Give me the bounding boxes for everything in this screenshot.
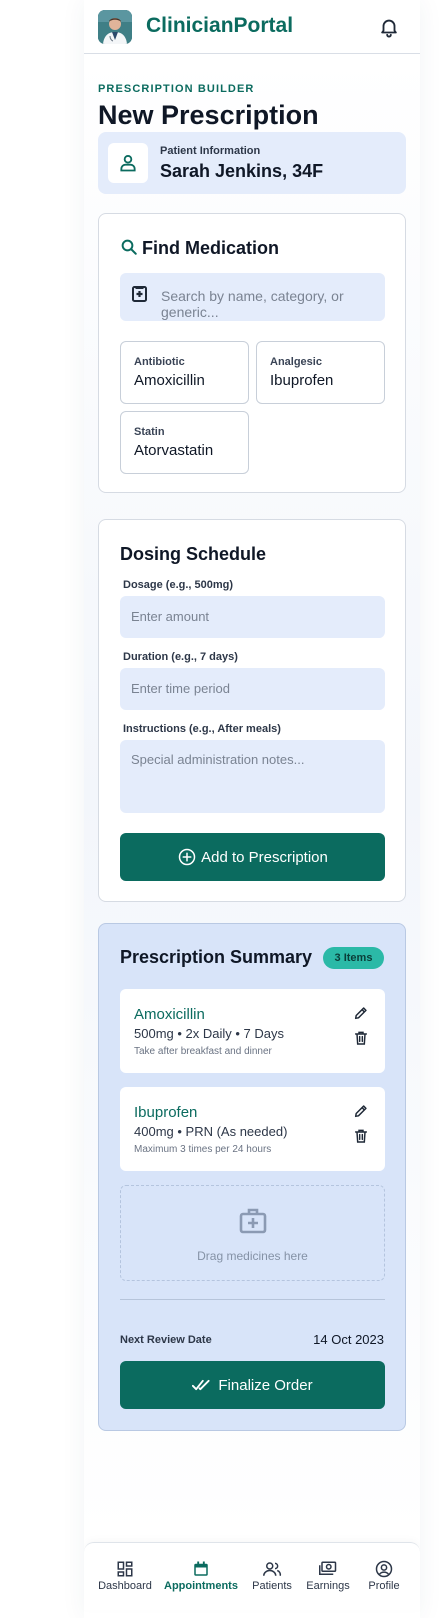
bell-icon[interactable] bbox=[378, 16, 400, 38]
cash-icon bbox=[319, 1561, 337, 1575]
nav-patients[interactable]: Patients bbox=[246, 1543, 298, 1611]
patient-info-card: Patient Information Sarah Jenkins, 34F bbox=[98, 132, 406, 194]
nav-profile[interactable]: Profile bbox=[356, 1543, 412, 1611]
patients-icon bbox=[263, 1562, 282, 1576]
bottom-navigation: Dashboard Appointments Patients Earnings bbox=[84, 1542, 420, 1610]
prescription-item-name: Ibuprofen bbox=[134, 1104, 198, 1121]
doctor-avatar[interactable] bbox=[98, 10, 132, 44]
add-to-prescription-label: Add to Prescription bbox=[201, 849, 328, 866]
summary-divider bbox=[120, 1299, 385, 1300]
dosing-schedule-card: Dosing Schedule Dosage (e.g., 500mg) Ent… bbox=[98, 519, 406, 902]
dosage-placeholder: Enter amount bbox=[131, 609, 210, 624]
patient-name: Sarah Jenkins, 34F bbox=[160, 161, 324, 181]
section-eyebrow: PRESCRIPTION BUILDER bbox=[98, 83, 255, 95]
duration-placeholder: Enter time period bbox=[131, 681, 230, 696]
nav-label: Patients bbox=[252, 1580, 292, 1592]
nav-dashboard[interactable]: Dashboard bbox=[94, 1543, 156, 1611]
add-to-prescription-button[interactable]: Add to Prescription bbox=[120, 833, 385, 881]
prescription-item-dose: 500mg • 2x Daily • 7 Days bbox=[134, 1026, 284, 1041]
find-medication-card: Find Medication Search by name, category… bbox=[98, 213, 406, 493]
medicine-dropzone[interactable]: Drag medicines here bbox=[120, 1185, 385, 1281]
edit-icon[interactable] bbox=[353, 1005, 369, 1021]
next-review-label: Next Review Date bbox=[120, 1334, 212, 1346]
prescription-item-note: Maximum 3 times per 24 hours bbox=[134, 1144, 272, 1155]
top-app-bar: ClinicianPortal bbox=[84, 0, 420, 54]
app-shell: ClinicianPortal PRESCRIPTION BUILDER New… bbox=[84, 0, 420, 1618]
dropzone-label: Drag medicines here bbox=[197, 1249, 308, 1263]
dashboard-icon bbox=[117, 1561, 133, 1577]
chip-category: Analgesic bbox=[270, 356, 322, 368]
next-review-date[interactable]: 14 Oct 2023 bbox=[313, 1332, 384, 1347]
nav-appointments[interactable]: Appointments bbox=[162, 1543, 240, 1611]
finalize-order-label: Finalize Order bbox=[218, 1377, 313, 1394]
nav-label: Profile bbox=[368, 1580, 400, 1592]
page-title: New Prescription bbox=[98, 100, 319, 130]
nav-earnings[interactable]: Earnings bbox=[302, 1543, 354, 1611]
instructions-label: Instructions (e.g., After meals) bbox=[123, 723, 281, 735]
chip-name: Amoxicillin bbox=[134, 372, 205, 389]
prescription-summary-title: Prescription Summary bbox=[120, 947, 313, 967]
calendar-icon bbox=[194, 1561, 208, 1576]
edit-icon[interactable] bbox=[353, 1103, 369, 1119]
prescription-item-dose: 400mg • PRN (As needed) bbox=[134, 1124, 288, 1139]
medication-chip-ibuprofen[interactable]: Analgesic Ibuprofen bbox=[256, 341, 385, 404]
trash-icon[interactable] bbox=[353, 1128, 369, 1144]
nav-label: Earnings bbox=[306, 1580, 350, 1592]
chip-name: Ibuprofen bbox=[270, 372, 334, 389]
instructions-placeholder: Special administration notes... bbox=[131, 752, 305, 767]
trash-icon[interactable] bbox=[353, 1030, 369, 1046]
dosing-schedule-title: Dosing Schedule bbox=[120, 544, 267, 564]
duration-label: Duration (e.g., 7 days) bbox=[123, 651, 238, 663]
medication-search-input[interactable]: Search by name, category, or generic... bbox=[120, 273, 385, 321]
chip-name: Atorvastatin bbox=[134, 442, 214, 459]
duration-input[interactable]: Enter time period bbox=[120, 668, 385, 710]
brand-title: ClinicianPortal bbox=[146, 14, 294, 37]
chip-category: Antibiotic bbox=[134, 356, 185, 368]
prescription-item-name: Amoxicillin bbox=[134, 1006, 205, 1023]
chip-category: Statin bbox=[134, 426, 165, 438]
prescription-item: Ibuprofen 400mg • PRN (As needed) Maximu… bbox=[120, 1087, 385, 1171]
medical-kit-icon bbox=[239, 1208, 267, 1234]
nav-label: Appointments bbox=[164, 1580, 238, 1592]
search-placeholder: Search by name, category, or generic... bbox=[161, 288, 344, 320]
medical-file-icon bbox=[132, 286, 147, 302]
medication-chip-atorvastatin[interactable]: Statin Atorvastatin bbox=[120, 411, 249, 474]
medication-chip-amoxicillin[interactable]: Antibiotic Amoxicillin bbox=[120, 341, 249, 404]
prescription-summary-card: Prescription Summary 3 Items Amoxicillin… bbox=[98, 923, 406, 1431]
patient-info-label: Patient Information bbox=[160, 145, 261, 157]
profile-icon bbox=[375, 1560, 393, 1578]
prescription-item: Amoxicillin 500mg • 2x Daily • 7 Days Ta… bbox=[120, 989, 385, 1073]
finalize-order-button[interactable]: Finalize Order bbox=[120, 1361, 385, 1409]
person-icon bbox=[108, 143, 148, 183]
nav-label: Dashboard bbox=[98, 1580, 152, 1592]
find-medication-title: Find Medication bbox=[142, 238, 279, 258]
dosage-input[interactable]: Enter amount bbox=[120, 596, 385, 638]
search-icon bbox=[121, 239, 137, 255]
instructions-textarea[interactable]: Special administration notes... bbox=[120, 740, 385, 813]
dosage-label: Dosage (e.g., 500mg) bbox=[123, 579, 234, 591]
prescription-item-note: Take after breakfast and dinner bbox=[134, 1046, 272, 1057]
items-count-badge: 3 Items bbox=[323, 947, 384, 969]
